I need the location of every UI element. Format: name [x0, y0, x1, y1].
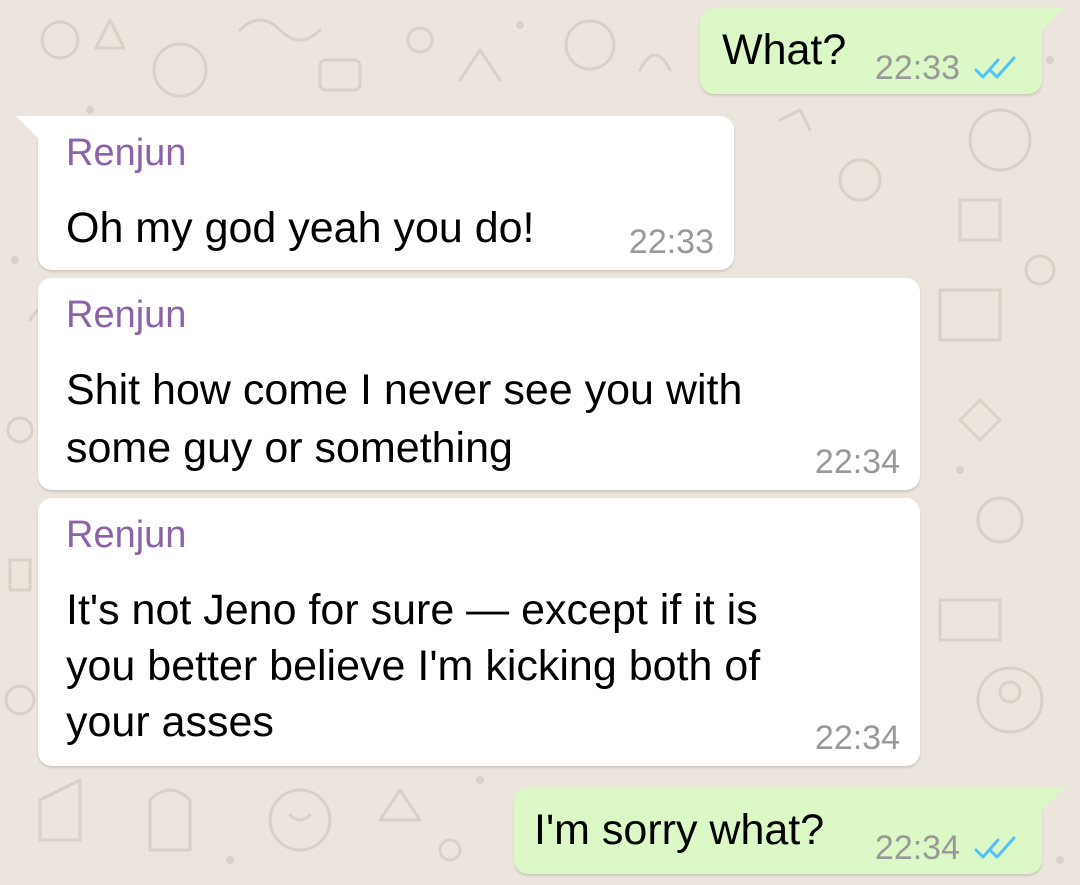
message-outgoing[interactable]: I'm sorry what? 22:34: [514, 788, 1064, 874]
message-text-line: you better believe I'm kicking both of: [66, 642, 761, 690]
bubble-tail: [1040, 788, 1064, 812]
message-time: 22:34: [814, 719, 900, 757]
bubble-tail: [16, 116, 40, 140]
sender-name: Renjun: [66, 132, 187, 174]
message-text: Oh my god yeah you do!: [66, 204, 535, 252]
double-check-read-icon: [974, 56, 1016, 79]
sender-name: Renjun: [66, 514, 187, 556]
message-time: 22:33: [628, 223, 714, 261]
message-outgoing[interactable]: What? 22:33: [700, 8, 1064, 94]
message-incoming[interactable]: Renjun Shit how come I never see you wit…: [38, 278, 920, 490]
sender-name: Renjun: [66, 294, 187, 336]
double-check-read-icon: [974, 836, 1016, 859]
message-incoming[interactable]: Renjun Oh my god yeah you do! 22:33: [16, 116, 734, 270]
message-text: I'm sorry what?: [534, 806, 825, 854]
bubble-tail: [1040, 8, 1064, 32]
message-meta: 22:33: [875, 50, 1018, 86]
message-meta: 22:34: [875, 830, 1018, 866]
message-time: 22:33: [874, 49, 960, 87]
message-time: 22:34: [874, 829, 960, 867]
message-text-line: Shit how come I never see you with: [66, 366, 743, 414]
message-text: What?: [722, 26, 847, 74]
message-text-line: your asses: [66, 698, 274, 746]
message-text-line: It's not Jeno for sure — except if it is: [66, 586, 758, 634]
message-time: 22:34: [814, 443, 900, 481]
message-incoming[interactable]: Renjun It's not Jeno for sure — except i…: [38, 498, 920, 766]
message-text-line: some guy or something: [66, 424, 513, 472]
